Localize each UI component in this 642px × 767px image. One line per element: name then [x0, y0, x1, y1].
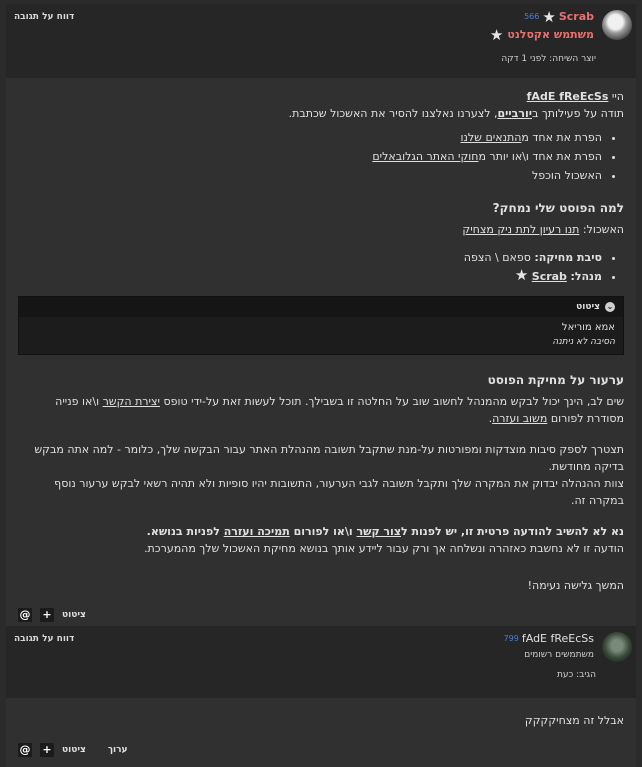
manager-link[interactable]: Scrab: [532, 270, 567, 283]
thanks-text-end: , לצערנו נאלצנו להסיר את האשכול שכתבת.: [288, 107, 498, 120]
role-label: משתמש אקסלנט: [507, 28, 594, 41]
contact-link[interactable]: יצירת הקשר: [103, 395, 160, 408]
quote-title: ציטוט: [576, 302, 600, 312]
user-line: Scrab ★ 566: [524, 7, 594, 26]
mention-icon[interactable]: @: [18, 743, 32, 757]
post-count: 799: [503, 634, 519, 643]
list-text: הפרת את אחד מ: [521, 131, 602, 144]
greeting-prefix: היי: [608, 90, 624, 103]
reply-text: אבלל זה מצחיקקקק: [524, 714, 624, 727]
user-line: fAdE fReEcSs 799: [504, 632, 594, 645]
post-body: היי fAdE fReEcSs תודה על פעילותך ביורביי…: [6, 78, 636, 632]
star-icon: ★: [514, 266, 529, 284]
appeal-paragraph-3: צוות ההנהלה יבדוק את המקרה שלך ותקבל תשו…: [54, 477, 624, 507]
notice-line: הודעה זו לא נחשבת כאזהרה ונשלחה אך ורק ע…: [144, 542, 624, 555]
report-reply-link[interactable]: דווח על תגובה: [14, 634, 74, 644]
forum-link[interactable]: יורביים: [498, 107, 532, 120]
thread-label: האשכול:: [579, 223, 624, 236]
plus-icon[interactable]: +: [40, 743, 54, 757]
user-role: משתמש אקסלנט ★: [489, 25, 594, 44]
edit-button[interactable]: ערוך: [108, 745, 128, 755]
quote-line: אמא מוריאל: [561, 322, 615, 333]
avatar[interactable]: [602, 10, 632, 40]
thanks-text: תודה על פעילותך ב: [531, 107, 624, 120]
post-header: דווח על תגובה Scrab ★ 566 משתמש אקסלנט ★…: [6, 4, 636, 78]
post-2: דווח על תגובה fAdE fReEcSs 799 משתמשים ר…: [6, 626, 636, 767]
post-body: אבלל זה מצחיקקקק @ + ציטוט ערוך: [6, 698, 636, 767]
quote-reason: הסיבה לא ניתנה: [552, 337, 615, 347]
post-meta: הגיב: כעת: [556, 670, 596, 680]
list-text: האשכול הוכפל: [531, 169, 602, 182]
reason-label: סיבת מחיקה:: [534, 251, 602, 264]
report-reply-link[interactable]: דווח על תגובה: [14, 12, 74, 22]
notice-text: לפניות בנושא.: [146, 525, 224, 538]
notice-text: נא לא להשיב להודעה פרטית זו, יש לפנות ל: [401, 525, 624, 538]
thanks-line: תודה על פעילותך ביורביים, לצערנו נאלצנו …: [18, 105, 624, 122]
feedback-forum-link[interactable]: משוב ועזרה: [492, 412, 547, 425]
global-rules-link[interactable]: חוקי האתר הגלובאלים: [372, 150, 478, 163]
star-icon: ★: [489, 25, 504, 44]
violation-list: הפרת את אחד מהתנאים שלנו הפרת את אחד ו\א…: [18, 128, 602, 185]
greeting: היי fAdE fReEcSs: [18, 88, 624, 105]
list-item: הפרת את אחד מהתנאים שלנו: [18, 128, 602, 147]
list-item: סיבת מחיקה: ספאם \ הצפה: [18, 248, 602, 267]
post-header: דווח על תגובה fAdE fReEcSs 799 משתמשים ר…: [6, 626, 636, 698]
quote-button[interactable]: ציטוט: [62, 745, 86, 755]
support-forum-link[interactable]: תמיכה ועזרה: [224, 525, 290, 538]
appeal-paragraph-2: תצטרך לספק סיבות מוצדקות ומפורטות על-מנת…: [34, 443, 624, 473]
greeting-user-link[interactable]: fAdE fReEcSs: [527, 90, 609, 103]
appeal-paragraph: שים לב, הינך יכול לבקש מהמנהל לחשוב שוב …: [18, 393, 624, 427]
post-count: 566: [524, 12, 540, 21]
thread-link[interactable]: תנו רעיון לתת ניק מצחיק: [462, 223, 579, 236]
list-item: הפרת את אחד ו\או יותר מחוקי האתר הגלובאל…: [18, 147, 602, 166]
list-item: מנהל: Scrab ★: [18, 267, 602, 286]
post-1: דווח על תגובה Scrab ★ 566 משתמש אקסלנט ★…: [6, 4, 636, 632]
quote-button[interactable]: ציטוט: [62, 610, 86, 620]
details-list: סיבת מחיקה: ספאם \ הצפה מנהל: Scrab ★: [18, 248, 602, 286]
user-role: משתמשים רשומים: [524, 650, 594, 660]
contact-link[interactable]: צור קשר: [357, 525, 401, 538]
plus-icon[interactable]: +: [40, 608, 54, 622]
post-actions: @ + ציטוט ערוך: [18, 729, 624, 767]
post-meta: יוצר השיחה: לפני 1 דקה: [501, 54, 596, 64]
why-deleted-heading: למה הפוסט שלי נמחק?: [492, 201, 624, 215]
quote-content: אמא מוריאל הסיבה לא ניתנה: [19, 317, 623, 354]
manager-label: מנהל:: [570, 270, 602, 283]
avatar[interactable]: [602, 632, 632, 662]
list-item: האשכול הוכפל: [18, 166, 602, 185]
chevron-down-icon[interactable]: ⌄: [605, 302, 615, 312]
quote-header: ⌄ ציטוט: [19, 297, 623, 317]
terms-link[interactable]: התנאים שלנו: [461, 131, 522, 144]
notice-text: ו\או לפורום: [289, 525, 357, 538]
signoff: המשך גלישה נעימה!: [527, 579, 624, 592]
star-icon: ★: [542, 7, 556, 26]
reason-value: ספאם \ הצפה: [463, 251, 531, 264]
appeal-heading: ערעור על מחיקת הפוסט: [487, 373, 624, 387]
username-link[interactable]: Scrab: [559, 10, 594, 23]
mention-icon[interactable]: @: [18, 608, 32, 622]
bold-notice: נא לא להשיב להודעה פרטית זו, יש לפנות לצ…: [18, 523, 624, 540]
list-text: הפרת את אחד ו\או יותר מ: [478, 150, 602, 163]
appeal-text: שים לב, הינך יכול לבקש מהמנהל לחשוב שוב …: [159, 395, 624, 408]
thread-line: האשכול: תנו רעיון לתת ניק מצחיק: [18, 221, 624, 238]
username-link[interactable]: fAdE fReEcSs: [522, 632, 594, 645]
quote-block: ⌄ ציטוט אמא מוריאל הסיבה לא ניתנה: [18, 296, 624, 355]
